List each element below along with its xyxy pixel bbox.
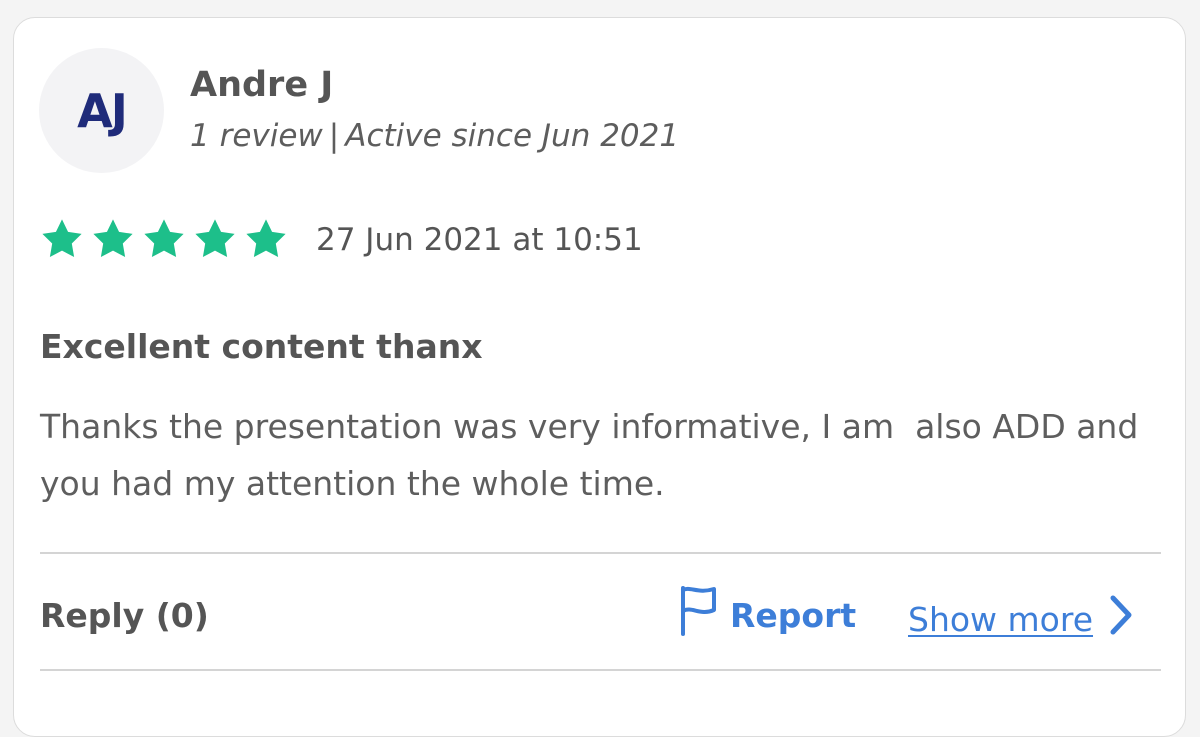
star-icon [40, 218, 84, 259]
avatar: AJ [39, 48, 164, 173]
divider [40, 552, 1161, 554]
review-body: Thanks the presentation was very informa… [40, 407, 1149, 503]
star-icon [91, 218, 135, 259]
review-date: 27 Jun 2021 at 10:51 [316, 222, 643, 258]
divider [40, 669, 1161, 671]
review-title: Excellent content thanx [40, 327, 483, 366]
avatar-initials: AJ [77, 83, 128, 138]
reply-button[interactable]: Reply (0) [40, 596, 209, 635]
chevron-right-icon [1109, 594, 1133, 644]
review-card: AJ Andre J 1 review | Active since Jun 202… [13, 17, 1186, 737]
report-label: Report [730, 595, 857, 635]
meta-separator: | [328, 118, 340, 154]
review-count: 1 review [190, 118, 323, 154]
star-icon [244, 218, 288, 259]
flag-icon [678, 584, 718, 646]
star-rating [40, 218, 288, 259]
star-icon [193, 218, 237, 259]
show-more-label: Show more [908, 599, 1094, 639]
report-button[interactable]: Report [678, 584, 856, 646]
star-icon [142, 218, 186, 259]
reviewer-meta: 1 review | Active since Jun 2021 [190, 118, 679, 154]
show-more-button[interactable]: Show more [908, 594, 1133, 644]
reviewer-name: Andre J [190, 65, 334, 105]
active-since: Active since Jun 2021 [345, 118, 680, 154]
